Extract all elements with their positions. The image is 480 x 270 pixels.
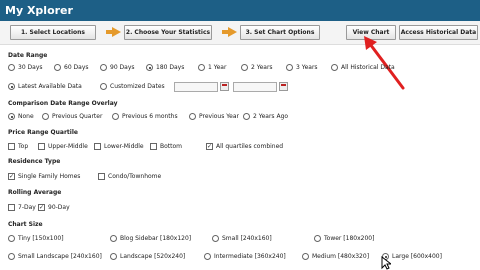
comparison-option[interactable]: None: [8, 113, 34, 120]
chart-size-option[interactable]: Medium [480x320]: [302, 253, 369, 260]
radio-icon[interactable]: [198, 64, 205, 71]
date-range-option[interactable]: 60 Days: [54, 64, 89, 71]
chart-size-option[interactable]: Blog Sidebar [180x120]: [110, 235, 191, 242]
start-date-input[interactable]: [174, 82, 218, 92]
checkbox-icon[interactable]: [8, 204, 15, 211]
date-range-option[interactable]: 90 Days: [100, 64, 135, 71]
date-range-option[interactable]: 1 Year: [198, 64, 226, 71]
date-range-option[interactable]: 30 Days: [8, 64, 43, 71]
radio-icon[interactable]: [302, 253, 309, 260]
quartile-option[interactable]: Bottom: [150, 143, 182, 150]
step1-button[interactable]: 1. Select Locations: [10, 25, 96, 40]
radio-icon[interactable]: [8, 253, 15, 260]
date-range-option[interactable]: 3 Years: [286, 64, 318, 71]
radio-icon[interactable]: [8, 64, 15, 71]
chart-size-option[interactable]: Landscape [520x240]: [110, 253, 185, 260]
radio-icon[interactable]: [54, 64, 61, 71]
step-arrow-icon: [222, 27, 237, 37]
chart-size-option[interactable]: Small Landscape [240x160]: [8, 253, 102, 260]
residence-option[interactable]: Condo/Townhome: [98, 173, 161, 180]
app-header: My Xplorer: [0, 0, 480, 21]
radio-icon[interactable]: [100, 64, 107, 71]
comparison-option[interactable]: 2 Years Ago: [243, 113, 288, 120]
radio-icon[interactable]: [110, 253, 117, 260]
quartile-label: Price Range Quartile: [8, 129, 78, 136]
comparison-option[interactable]: Previous Quarter: [42, 113, 102, 120]
date-range-label: Date Range: [8, 52, 48, 59]
comparison-option[interactable]: Previous 6 months: [112, 113, 178, 120]
chart-size-option[interactable]: Small [240x160]: [212, 235, 272, 242]
radio-icon[interactable]: [314, 235, 321, 242]
radio-icon[interactable]: [212, 235, 219, 242]
comparison-label: Comparison Date Range Overlay: [8, 100, 118, 107]
rolling-label: Rolling Average: [8, 189, 62, 196]
radio-icon[interactable]: [8, 113, 15, 120]
radio-icon[interactable]: [100, 83, 107, 90]
calendar-icon[interactable]: [279, 82, 288, 91]
quartile-option[interactable]: ✓ All quartiles combined: [206, 143, 283, 150]
step3-button[interactable]: 3. Set Chart Options: [240, 25, 320, 40]
quartile-option[interactable]: Top: [8, 143, 28, 150]
checkmark-icon[interactable]: ✓: [8, 173, 15, 180]
mouse-cursor-icon: [381, 256, 391, 270]
checkbox-icon[interactable]: [38, 143, 45, 150]
step2-button[interactable]: 2. Choose Your Statistics: [124, 25, 212, 40]
radio-icon[interactable]: [189, 113, 196, 120]
chart-size-label: Chart Size: [8, 221, 43, 228]
checkbox-icon[interactable]: [8, 143, 15, 150]
radio-icon[interactable]: [8, 235, 15, 242]
chart-size-option[interactable]: Intermediate [360x240]: [204, 253, 286, 260]
radio-icon[interactable]: [42, 113, 49, 120]
radio-icon[interactable]: [286, 64, 293, 71]
step-arrow-icon: [106, 27, 121, 37]
customized-dates-option[interactable]: Customized Dates: [100, 83, 165, 90]
chart-size-option[interactable]: Tiny [150x100]: [8, 235, 64, 242]
comparison-option[interactable]: Previous Year: [189, 113, 239, 120]
radio-icon[interactable]: [110, 235, 117, 242]
historical-data-button[interactable]: Access Historical Data: [399, 25, 478, 40]
checkbox-icon[interactable]: [94, 143, 101, 150]
checkbox-icon[interactable]: [98, 173, 105, 180]
radio-icon[interactable]: [241, 64, 248, 71]
residence-label: Residence Type: [8, 158, 61, 165]
calendar-icon[interactable]: [220, 82, 229, 91]
quartile-option[interactable]: Upper-Middle: [38, 143, 88, 150]
radio-icon[interactable]: [204, 253, 211, 260]
checkbox-icon[interactable]: [150, 143, 157, 150]
end-date-input[interactable]: [233, 82, 277, 92]
rolling-option[interactable]: ✓ 90-Day: [38, 204, 70, 211]
radio-icon[interactable]: [243, 113, 250, 120]
residence-option[interactable]: ✓ Single Family Homes: [8, 173, 80, 180]
radio-icon[interactable]: [112, 113, 119, 120]
radio-icon[interactable]: [8, 83, 15, 90]
radio-icon[interactable]: [331, 64, 338, 71]
checkmark-icon[interactable]: ✓: [38, 204, 45, 211]
date-range-option[interactable]: All Historical Data: [331, 64, 395, 71]
chart-size-option[interactable]: Tower [180x200]: [314, 235, 374, 242]
date-range-option[interactable]: 2 Years: [241, 64, 273, 71]
rolling-option[interactable]: 7-Day: [8, 204, 36, 211]
radio-icon[interactable]: [146, 64, 153, 71]
latest-available-option[interactable]: Latest Available Data: [8, 83, 82, 90]
quartile-option[interactable]: Lower-Middle: [94, 143, 144, 150]
date-range-option[interactable]: 180 Days: [146, 64, 184, 71]
app-title: My Xplorer: [5, 4, 73, 17]
checkmark-icon[interactable]: ✓: [206, 143, 213, 150]
